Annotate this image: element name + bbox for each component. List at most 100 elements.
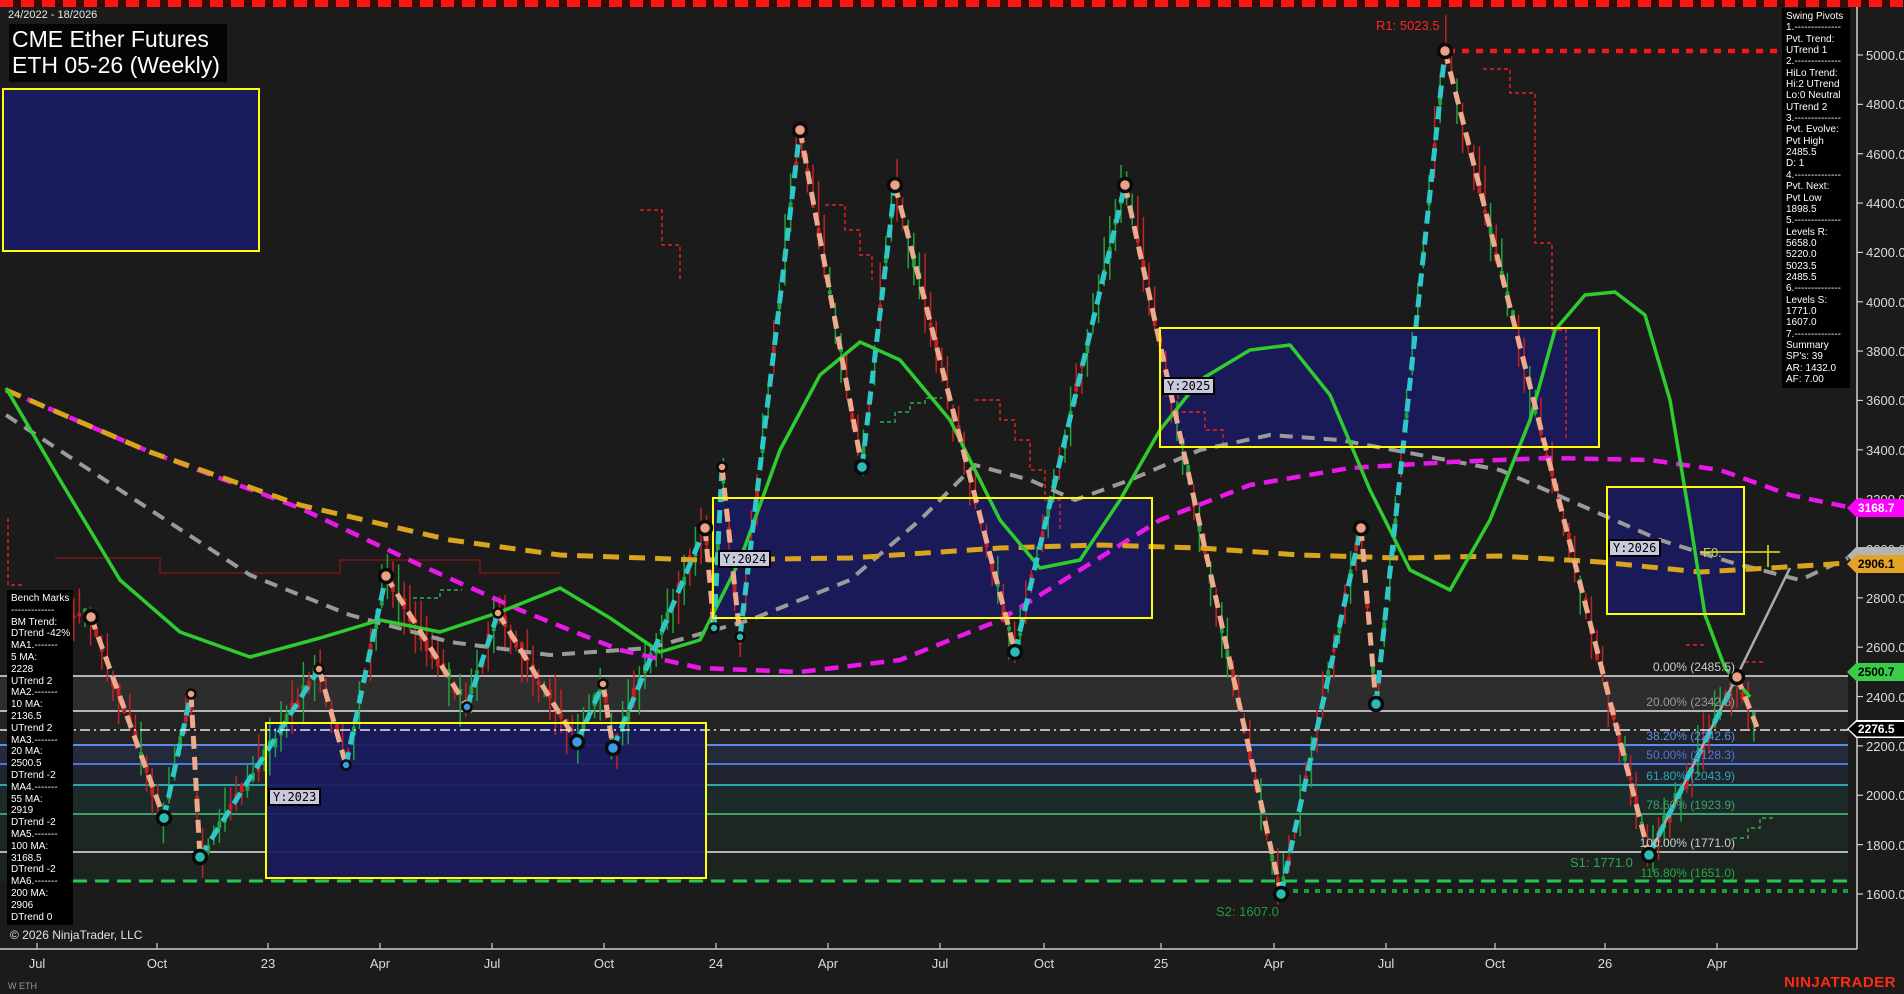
bench-marks-line: DTrend 0: [11, 912, 73, 924]
chart-title-line1: CME Ether Futures: [12, 26, 220, 52]
swing-pivots-line: Summary: [1786, 340, 1850, 351]
price-tag: 2906.1: [1847, 555, 1904, 573]
bench-marks-line: DTrend -2: [11, 817, 73, 829]
price-axis-label: 4600.0: [1866, 147, 1904, 162]
ninjatrader-logo: NINJATRADER: [1784, 974, 1896, 991]
bench-marks-line: 5 MA:: [11, 652, 73, 664]
swing-pivots-line: 1607.0: [1786, 317, 1850, 328]
bench-marks-line: MA6.-------: [11, 876, 73, 888]
pivot-low-dot: [194, 851, 207, 864]
year-label-chip: Y:2025: [1162, 377, 1215, 395]
time-axis-label: 24: [709, 956, 723, 971]
bench-marks-line: 3168.5: [11, 853, 73, 865]
bench-marks-line: MA4.-------: [11, 782, 73, 794]
swing-pivots-line: D: 1: [1786, 158, 1850, 169]
price-axis-label: 4800.0: [1866, 97, 1904, 112]
pivot-high-dot: [380, 570, 393, 583]
bench-marks-line: MA3.-------: [11, 735, 73, 747]
pivot-high-dot: [1355, 522, 1368, 535]
pivot-low-dot: [571, 736, 584, 749]
fib-level-label: 20.00% (2342.6): [1575, 695, 1735, 709]
swing-pivots-panel: Swing Pivots1.--------------Pvt. Trend:U…: [1782, 8, 1850, 388]
copyright-text: © 2026 NinjaTrader, LLC: [10, 928, 142, 942]
price-axis-label: 3400.0: [1866, 443, 1904, 458]
bench-marks-panel: Bench Marks-------------BM Trend:DTrend …: [7, 590, 73, 925]
time-axis-label: Jul: [29, 956, 46, 971]
swing-pivots-line: 6.--------------: [1786, 283, 1850, 294]
swing-pivots-line: 1898.5: [1786, 204, 1850, 215]
bench-marks-line: UTrend 2: [11, 676, 73, 688]
swing-pivots-line: 2.--------------: [1786, 56, 1850, 67]
price-axis-label: 1600.0: [1866, 887, 1904, 902]
time-axis-label: Apr: [818, 956, 838, 971]
time-axis-label: 23: [261, 956, 275, 971]
bench-marks-line: 2228: [11, 664, 73, 676]
year-label-chip: Y:2026: [1608, 539, 1661, 557]
bench-marks-line: 2500.5: [11, 758, 73, 770]
chart-title-line2: ETH 05-26 (Weekly): [12, 52, 220, 78]
swing-pivots-line: 1.--------------: [1786, 22, 1850, 33]
instrument-label: W ETH: [8, 981, 37, 991]
pivot-low-dot: [710, 624, 719, 633]
s2-label: S2: 1607.0: [1216, 904, 1279, 919]
swing-pivots-line: Swing Pivots: [1786, 11, 1850, 22]
price-tag: 2500.7: [1847, 663, 1904, 681]
bench-marks-line: DTrend -2: [11, 864, 73, 876]
price-axis-label: 4000.0: [1866, 295, 1904, 310]
time-axis-label: Oct: [147, 956, 167, 971]
time-axis-label: 25: [1154, 956, 1168, 971]
price-tag-value: 2276.5: [1849, 722, 1904, 737]
s1-label: S1: 1771.0: [1570, 855, 1633, 870]
bench-marks-line: Bench Marks: [11, 593, 73, 605]
time-axis-label: 26: [1598, 956, 1612, 971]
pivot-low-dot: [342, 761, 351, 770]
swing-pivots-line: 2485.5: [1786, 147, 1850, 158]
swing-pivots-line: AR: 1432.0: [1786, 363, 1850, 374]
pivot-high-dot: [85, 611, 98, 624]
bench-marks-line: DTrend -2: [11, 770, 73, 782]
pivot-low-dot: [1370, 698, 1383, 711]
pivot-low-dot: [1009, 646, 1022, 659]
swing-pivots-line: UTrend 2: [1786, 102, 1850, 113]
price-tag-value: 3168.7: [1849, 501, 1904, 516]
bench-marks-line: 20 MA:: [11, 746, 73, 758]
swing-pivots-line: 5220.0: [1786, 249, 1850, 260]
time-axis-label: Jul: [1378, 956, 1395, 971]
fib-level-label: 61.80% (2043.9): [1575, 769, 1735, 783]
bench-marks-line: -------------: [11, 605, 73, 617]
bench-marks-line: UTrend 2: [11, 723, 73, 735]
pivot-low-dot: [736, 633, 745, 642]
pivot-low-dot: [158, 812, 171, 825]
pivot-high-dot: [718, 463, 727, 472]
swing-pivots-line: Hi:2 UTrend: [1786, 79, 1850, 90]
time-axis-label: Oct: [1034, 956, 1054, 971]
swing-pivots-line: 4.--------------: [1786, 170, 1850, 181]
time-axis-label: Apr: [1264, 956, 1284, 971]
bench-marks-line: 100 MA:: [11, 841, 73, 853]
swing-pivots-line: Pvt. Next:: [1786, 181, 1850, 192]
pivot-low-dot: [856, 461, 869, 474]
fib-level-label: 78.60% (1923.9): [1575, 798, 1735, 812]
pivot-low-dot: [607, 742, 620, 755]
time-axis-label: Apr: [1707, 956, 1727, 971]
swing-pivots-line: 5658.0: [1786, 238, 1850, 249]
highlight-region-box: [2, 88, 260, 252]
pivot-high-dot: [187, 690, 196, 699]
chart-window: 24/2022 - 18/2026 CME Ether Futures ETH …: [0, 0, 1904, 994]
swing-pivots-line: Pvt High: [1786, 136, 1850, 147]
pivot-low-dot: [1643, 849, 1656, 862]
swing-pivots-line: Lo:0 Neutral: [1786, 90, 1850, 101]
time-axis-label: Jul: [932, 956, 949, 971]
bench-marks-line: 10 MA:: [11, 699, 73, 711]
swing-pivots-line: 7.--------------: [1786, 329, 1850, 340]
year-label-chip: Y:2023: [268, 788, 321, 806]
time-axis-label: Jul: [484, 956, 501, 971]
bench-marks-line: 55 MA:: [11, 794, 73, 806]
price-tag-value: 2500.7: [1849, 665, 1904, 680]
price-tag: 3168.7: [1847, 499, 1904, 517]
pivot-high-dot: [699, 522, 712, 535]
bench-marks-line: 2906: [11, 900, 73, 912]
swing-pivots-line: 5.--------------: [1786, 215, 1850, 226]
f0-label: F0.: [1703, 545, 1722, 560]
time-axis-label: Apr: [370, 956, 390, 971]
